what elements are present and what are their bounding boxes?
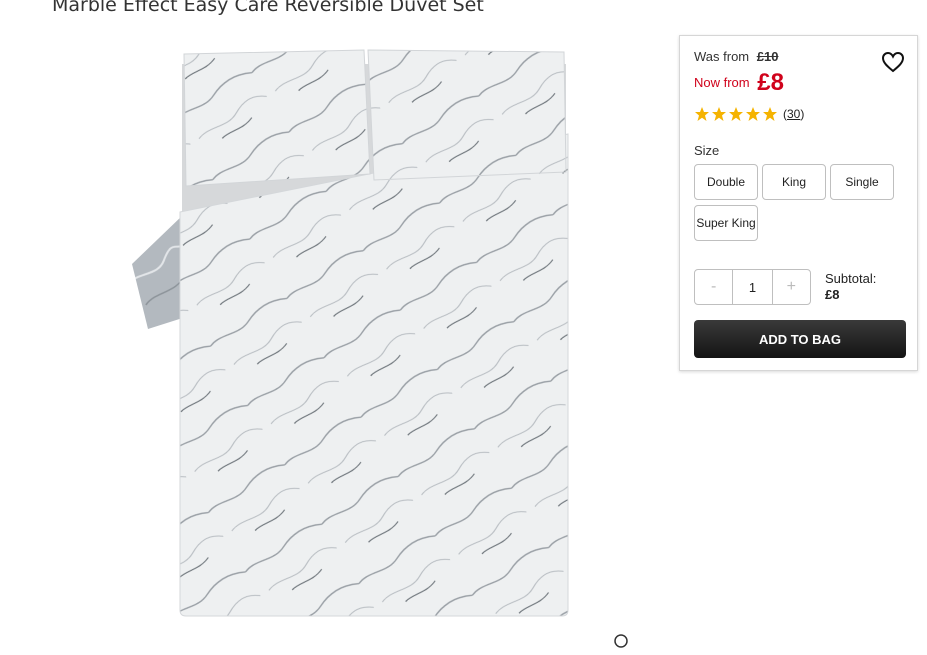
buy-box: Was from £10 Now from £8 (30) Size Doubl… — [679, 35, 918, 371]
now-price-row: Now from £8 — [694, 69, 784, 97]
size-option-single[interactable]: Single — [830, 164, 894, 200]
subtotal-label: Subtotal: — [825, 271, 877, 286]
star-icon — [763, 107, 777, 121]
decrement-button[interactable]: - — [695, 270, 732, 304]
increment-button[interactable]: + — [773, 270, 810, 304]
heart-icon[interactable] — [881, 50, 905, 74]
rating: (30) — [694, 106, 804, 122]
add-to-bag-button[interactable]: ADD TO BAG — [694, 320, 906, 358]
was-label: Was from — [694, 49, 750, 64]
star-icon — [746, 107, 760, 121]
zoom-icon[interactable] — [614, 634, 630, 650]
was-price: £10 — [756, 49, 779, 64]
size-option-king[interactable]: King — [762, 164, 826, 200]
star-icon — [695, 107, 709, 121]
quantity-stepper: - 1 + — [694, 269, 811, 305]
was-price-row: Was from £10 — [694, 49, 778, 64]
star-icon — [729, 107, 743, 121]
product-title: Marble Effect Easy Care Reversible Duvet… — [52, 0, 484, 16]
review-count[interactable]: 30 — [787, 107, 800, 121]
subtotal-amount: £8 — [825, 287, 840, 302]
quantity-input[interactable]: 1 — [732, 270, 773, 304]
now-price: £8 — [757, 69, 784, 96]
star-rating — [694, 106, 778, 122]
product-image[interactable] — [128, 44, 572, 620]
subtotal: Subtotal: £8 — [825, 271, 876, 303]
size-label: Size — [694, 143, 720, 158]
star-icon — [712, 107, 726, 121]
review-count-link[interactable]: (30) — [783, 107, 804, 121]
size-option-super-king[interactable]: Super King — [694, 205, 758, 241]
now-label: Now from — [694, 75, 750, 90]
size-option-double[interactable]: Double — [694, 164, 758, 200]
